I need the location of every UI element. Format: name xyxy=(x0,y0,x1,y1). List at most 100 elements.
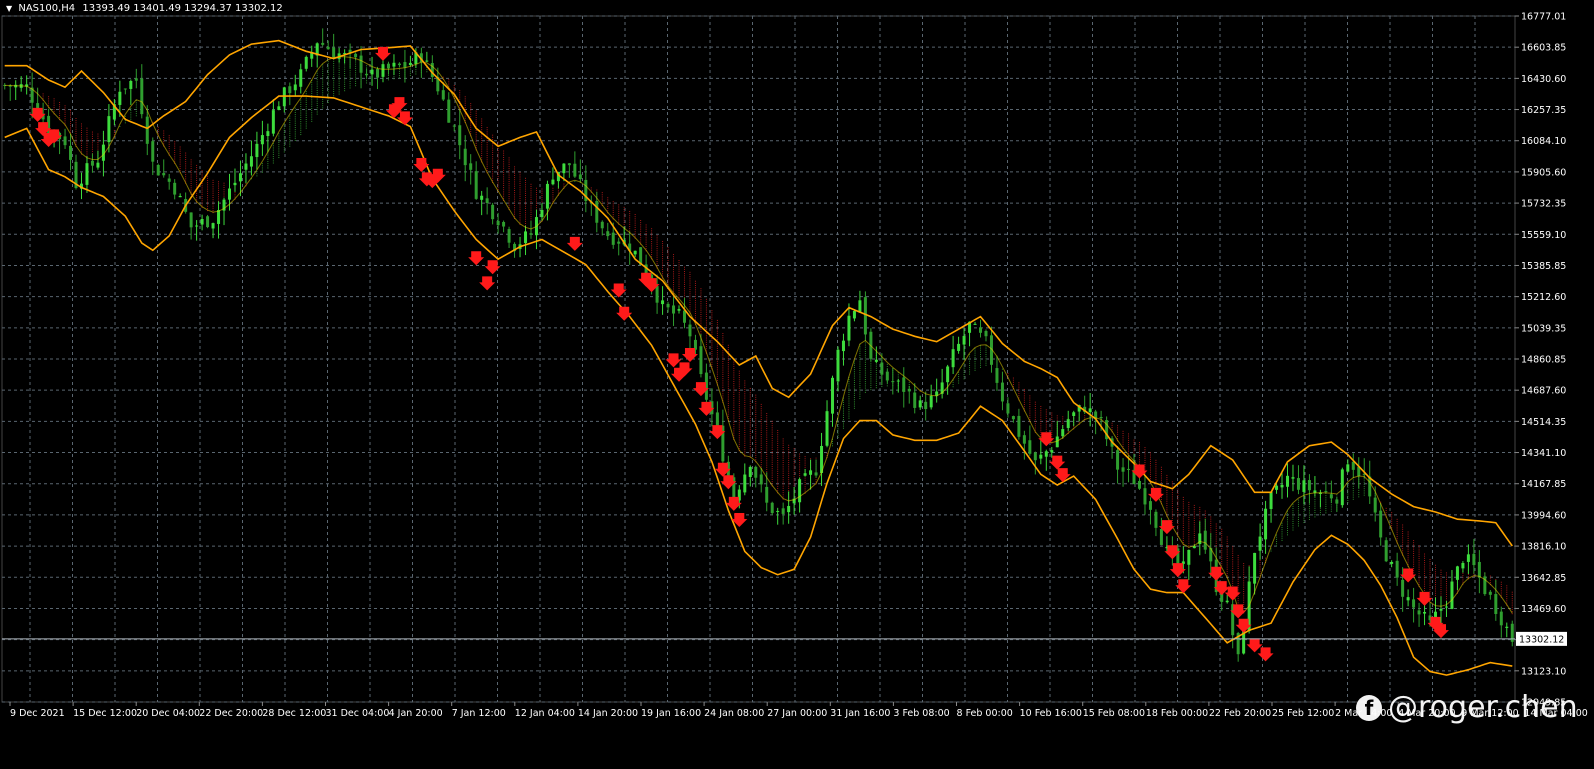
cloud-dot xyxy=(848,387,850,389)
cloud-dot xyxy=(1418,549,1420,551)
cloud-dot xyxy=(908,381,910,383)
cloud-dot xyxy=(185,171,187,173)
cloud-dot xyxy=(662,245,664,247)
cloud-dot xyxy=(980,353,982,355)
cloud-dot xyxy=(283,132,285,134)
cloud-dot xyxy=(59,117,61,119)
cloud-dot xyxy=(387,77,389,79)
cloud-dot xyxy=(634,218,636,220)
cloud-dot xyxy=(1226,542,1228,544)
candle-body xyxy=(611,232,615,245)
cloud-dot xyxy=(1160,496,1162,498)
cloud-dot xyxy=(1188,504,1190,506)
cloud-dot xyxy=(1391,520,1393,522)
candle-body xyxy=(540,210,544,218)
cloud-dot xyxy=(1155,472,1157,474)
cloud-dot xyxy=(459,105,461,107)
cloud-dot xyxy=(1166,505,1168,507)
cloud-dot xyxy=(1445,587,1447,589)
cloud-dot xyxy=(662,273,664,275)
cloud-dot xyxy=(727,390,729,392)
cloud-dot xyxy=(1429,584,1431,586)
cloud-dot xyxy=(853,375,855,377)
cloud-dot xyxy=(1177,529,1179,531)
cloud-dot xyxy=(678,262,680,264)
cloud-dot xyxy=(974,367,976,369)
cloud-dot xyxy=(848,413,850,415)
cloud-dot xyxy=(503,184,505,186)
cloud-dot xyxy=(196,179,198,181)
cloud-dot xyxy=(1171,522,1173,524)
cloud-dot xyxy=(755,401,757,403)
y-tick-label: 16084.10 xyxy=(1521,136,1566,147)
cloud-dot xyxy=(1402,541,1404,543)
cloud-dot xyxy=(1511,606,1513,608)
cloud-dot xyxy=(864,363,866,365)
cloud-dot xyxy=(694,291,696,293)
cloud-dot xyxy=(1182,499,1184,501)
cloud-dot xyxy=(525,186,527,188)
cloud-dot xyxy=(629,223,631,225)
cloud-dot xyxy=(749,441,751,443)
cloud-dot xyxy=(1429,578,1431,580)
chart-canvas[interactable]: 16777.0116603.8516430.6016257.3516084.10… xyxy=(0,0,1594,765)
cloud-dot xyxy=(771,450,773,452)
cloud-dot xyxy=(1358,492,1360,494)
cloud-dot xyxy=(519,193,521,195)
candle-body xyxy=(924,401,928,410)
cloud-dot xyxy=(1511,598,1513,600)
cloud-dot xyxy=(1424,559,1426,561)
cloud-dot xyxy=(1435,594,1437,596)
cloud-dot xyxy=(333,75,335,77)
cloud-dot xyxy=(738,413,740,415)
cloud-dot xyxy=(327,61,329,63)
cloud-dot xyxy=(212,190,214,192)
cloud-dot xyxy=(1347,487,1349,489)
cloud-dot xyxy=(1182,505,1184,507)
cloud-dot xyxy=(1237,559,1239,561)
cloud-dot xyxy=(1237,557,1239,559)
cloud-dot xyxy=(782,455,784,457)
cloud-dot xyxy=(1034,412,1036,414)
cloud-dot xyxy=(651,249,653,251)
cloud-dot xyxy=(645,230,647,232)
price-chart[interactable]: 16777.01 16603.85 16430.60 16257.35 16084.10… xyxy=(0,0,1594,765)
cloud-dot xyxy=(481,150,483,152)
cloud-dot xyxy=(601,196,603,198)
cloud-dot xyxy=(503,161,505,163)
cloud-dot xyxy=(1396,533,1398,535)
cloud-dot xyxy=(678,275,680,277)
cloud-dot xyxy=(1352,490,1354,492)
cloud-dot xyxy=(278,141,280,143)
collapse-triangle-icon[interactable]: ▼ xyxy=(6,4,12,13)
cloud-dot xyxy=(601,200,603,202)
cloud-dot xyxy=(316,94,318,96)
cloud-dot xyxy=(1221,533,1223,535)
candle-body xyxy=(1324,491,1328,493)
cloud-dot xyxy=(59,104,61,106)
cloud-dot xyxy=(623,219,625,221)
y-tick-label: 13816.10 xyxy=(1521,542,1566,553)
cloud-dot xyxy=(1292,529,1294,531)
cloud-dot xyxy=(322,94,324,96)
cloud-dot xyxy=(733,389,735,391)
cloud-dot xyxy=(514,192,516,194)
cloud-dot xyxy=(727,381,729,383)
cloud-dot xyxy=(755,448,757,450)
cloud-dot xyxy=(640,235,642,237)
cloud-dot xyxy=(744,404,746,406)
cloud-dot xyxy=(760,418,762,420)
cloud-dot xyxy=(634,226,636,228)
cloud-dot xyxy=(1128,450,1130,452)
cloud-dot xyxy=(475,112,477,114)
cloud-dot xyxy=(875,376,877,378)
cloud-dot xyxy=(804,486,806,488)
cloud-dot xyxy=(744,380,746,382)
cloud-dot xyxy=(749,405,751,407)
cloud-dot xyxy=(1040,414,1042,416)
candle-body xyxy=(381,64,385,77)
cloud-dot xyxy=(1500,590,1502,592)
cloud-dot xyxy=(470,124,472,126)
cloud-dot xyxy=(683,275,685,277)
candle-body xyxy=(123,88,127,90)
